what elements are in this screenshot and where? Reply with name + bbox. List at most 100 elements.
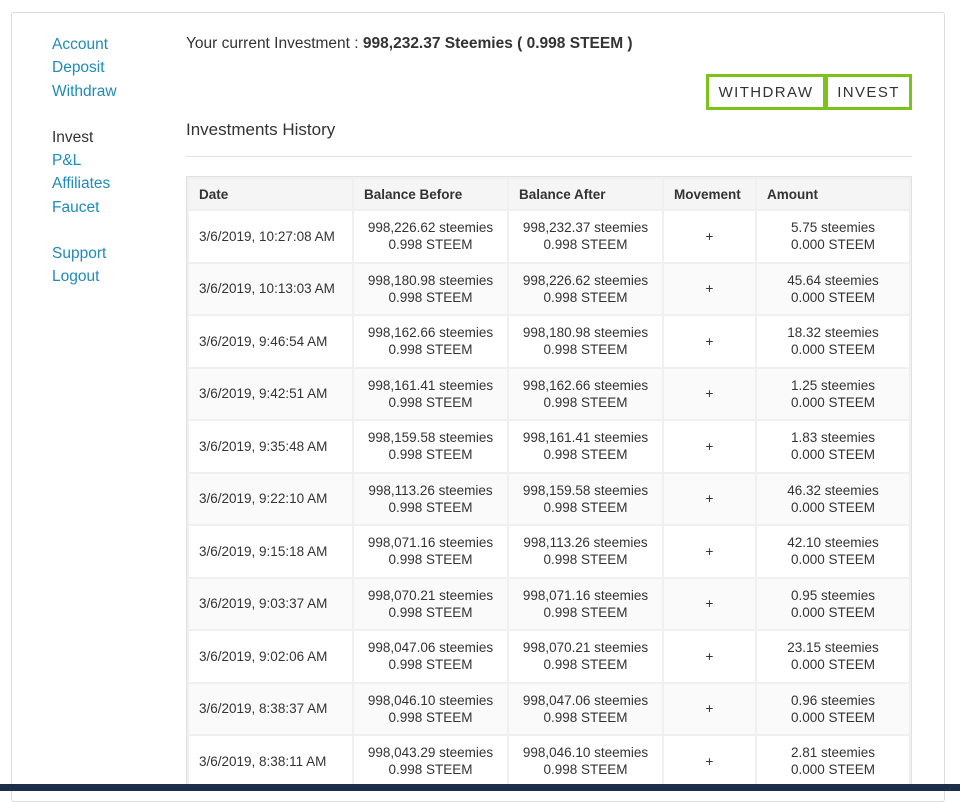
- sidebar-item-faucet[interactable]: Faucet: [52, 196, 172, 219]
- steem-value: 0.998 STEEM: [543, 657, 628, 673]
- cell-amount: 5.75 steemies 0.000 STEEM: [757, 211, 909, 262]
- column-header-balance-after: Balance After: [509, 179, 662, 209]
- cell-movement: +: [664, 211, 755, 262]
- steem-value: 0.000 STEEM: [790, 447, 876, 463]
- sidebar-nav: Account Deposit Withdraw Invest P&L Affiliate…: [52, 33, 172, 312]
- cell-movement: +: [664, 526, 755, 577]
- steemies-value: 23.15 steemies: [787, 640, 879, 656]
- steemies-value: 1.25 steemies: [790, 377, 876, 393]
- sidebar-group: Invest P&L Affiliates Faucet: [52, 126, 172, 219]
- steemies-value: 998,071.16 steemies: [522, 587, 649, 603]
- sidebar-item-affiliates[interactable]: Affiliates: [52, 172, 172, 195]
- cell-balance-after: 998,159.58 steemies 0.998 STEEM: [509, 473, 662, 524]
- steemies-value: 45.64 steemies: [787, 272, 879, 288]
- cell-date: 3/6/2019, 9:35:48 AM: [189, 421, 352, 472]
- steemies-value: 998,043.29 steemies: [367, 745, 494, 761]
- cell-movement: +: [664, 263, 755, 314]
- steem-value: 0.998 STEEM: [388, 762, 473, 778]
- cell-balance-after: 998,162.66 steemies 0.998 STEEM: [509, 368, 662, 419]
- column-header-balance-before: Balance Before: [354, 179, 507, 209]
- steem-value: 0.998 STEEM: [388, 342, 473, 358]
- steemies-value: 998,180.98 steemies: [522, 325, 649, 341]
- steem-value: 0.998 STEEM: [543, 604, 628, 620]
- cell-amount: 2.81 steemies 0.000 STEEM: [757, 736, 909, 787]
- cell-amount: 0.95 steemies 0.000 STEEM: [757, 578, 909, 629]
- cell-movement: +: [664, 421, 755, 472]
- steemies-value: 998,046.10 steemies: [367, 692, 494, 708]
- cell-amount: 45.64 steemies 0.000 STEEM: [757, 263, 909, 314]
- action-buttons: WITHDRAW INVEST: [706, 74, 912, 110]
- steemies-value: 1.83 steemies: [790, 430, 876, 446]
- steem-value: 0.998 STEEM: [388, 394, 473, 410]
- steemies-value: 0.96 steemies: [790, 692, 876, 708]
- sidebar-item-deposit[interactable]: Deposit: [52, 56, 172, 79]
- cell-amount: 0.96 steemies 0.000 STEEM: [757, 683, 909, 734]
- cell-date: 3/6/2019, 8:38:37 AM: [189, 683, 352, 734]
- cell-movement: +: [664, 578, 755, 629]
- steemies-value: 998,046.10 steemies: [522, 745, 649, 761]
- cell-amount: 46.32 steemies 0.000 STEEM: [757, 473, 909, 524]
- cell-balance-after: 998,047.06 steemies 0.998 STEEM: [509, 683, 662, 734]
- steemies-value: 42.10 steemies: [787, 535, 879, 551]
- cell-balance-after: 998,161.41 steemies 0.998 STEEM: [509, 421, 662, 472]
- table-row: 3/6/2019, 9:03:37 AM 998,070.21 steemies 0…: [189, 578, 909, 629]
- steem-value: 0.000 STEEM: [790, 657, 876, 673]
- steemies-value: 998,180.98 steemies: [367, 272, 494, 288]
- steem-value: 0.998 STEEM: [543, 342, 628, 358]
- cell-balance-before: 998,071.16 steemies 0.998 STEEM: [354, 526, 507, 577]
- steem-value: 0.000 STEEM: [790, 499, 876, 515]
- sidebar-item-support[interactable]: Support: [52, 242, 172, 265]
- table-body: 3/6/2019, 10:27:08 AM 998,226.62 steemies…: [189, 211, 909, 787]
- investments-table-wrapper: Date Balance Before Balance After Movement A…: [186, 176, 912, 790]
- steemies-value: 998,162.66 steemies: [522, 377, 649, 393]
- steemies-value: 998,070.21 steemies: [522, 640, 649, 656]
- table-row: 3/6/2019, 10:27:08 AM 998,226.62 steemies…: [189, 211, 909, 262]
- steem-value: 0.998 STEEM: [388, 499, 473, 515]
- cell-balance-after: 998,046.10 steemies 0.998 STEEM: [509, 736, 662, 787]
- cell-balance-before: 998,047.06 steemies 0.998 STEEM: [354, 631, 507, 682]
- steem-value: 0.000 STEEM: [790, 394, 876, 410]
- sidebar-item-p-l[interactable]: P&L: [52, 149, 172, 172]
- sidebar-item-invest: Invest: [52, 128, 94, 146]
- cell-date: 3/6/2019, 9:46:54 AM: [189, 316, 352, 367]
- table-row: 3/6/2019, 10:13:03 AM 998,180.98 steemies…: [189, 263, 909, 314]
- sidebar-item-logout[interactable]: Logout: [52, 265, 172, 288]
- steemies-value: 998,071.16 steemies: [367, 535, 494, 551]
- steemies-value: 2.81 steemies: [790, 745, 876, 761]
- investments-history-title: Investments History: [186, 120, 336, 139]
- table-row: 3/6/2019, 8:38:11 AM 998,043.29 steemies 0…: [189, 736, 909, 787]
- cell-balance-before: 998,161.41 steemies 0.998 STEEM: [354, 368, 507, 419]
- cell-balance-before: 998,159.58 steemies 0.998 STEEM: [354, 421, 507, 472]
- steem-value: 0.998 STEEM: [543, 499, 628, 515]
- main-content: Your current Investment : 998,232.37 Ste…: [186, 33, 912, 790]
- steem-value: 0.998 STEEM: [543, 762, 628, 778]
- sidebar-item-account[interactable]: Account: [52, 33, 172, 56]
- steem-value: 0.998 STEEM: [543, 394, 628, 410]
- steem-value: 0.000 STEEM: [790, 552, 876, 568]
- steem-value: 0.000 STEEM: [790, 762, 876, 778]
- steem-value: 0.000 STEEM: [790, 237, 876, 253]
- steem-value: 0.000 STEEM: [790, 289, 876, 305]
- cell-balance-before: 998,046.10 steemies 0.998 STEEM: [354, 683, 507, 734]
- column-header-amount: Amount: [757, 179, 909, 209]
- current-investment-label: Your current Investment :: [186, 35, 363, 52]
- cell-balance-before: 998,043.29 steemies 0.998 STEEM: [354, 736, 507, 787]
- column-header-date: Date: [189, 179, 352, 209]
- invest-button[interactable]: INVEST: [825, 74, 912, 110]
- table-row: 3/6/2019, 9:22:10 AM 998,113.26 steemies 0…: [189, 473, 909, 524]
- cell-date: 3/6/2019, 10:13:03 AM: [189, 263, 352, 314]
- section-divider: [186, 156, 912, 157]
- cell-date: 3/6/2019, 9:15:18 AM: [189, 526, 352, 577]
- cell-date: 3/6/2019, 10:27:08 AM: [189, 211, 352, 262]
- steem-value: 0.998 STEEM: [388, 447, 473, 463]
- cell-balance-before: 998,180.98 steemies 0.998 STEEM: [354, 263, 507, 314]
- sidebar-item-withdraw[interactable]: Withdraw: [52, 80, 172, 103]
- current-investment-value: 998,232.37 Steemies ( 0.998 STEEM ): [362, 35, 633, 52]
- steemies-value: 998,161.41 steemies: [522, 430, 649, 446]
- steemies-value: 998,047.06 steemies: [522, 692, 649, 708]
- cell-balance-after: 998,113.26 steemies 0.998 STEEM: [509, 526, 662, 577]
- cell-balance-before: 998,070.21 steemies 0.998 STEEM: [354, 578, 507, 629]
- withdraw-button[interactable]: WITHDRAW: [706, 74, 826, 110]
- cell-amount: 18.32 steemies 0.000 STEEM: [757, 316, 909, 367]
- steemies-value: 18.32 steemies: [787, 325, 879, 341]
